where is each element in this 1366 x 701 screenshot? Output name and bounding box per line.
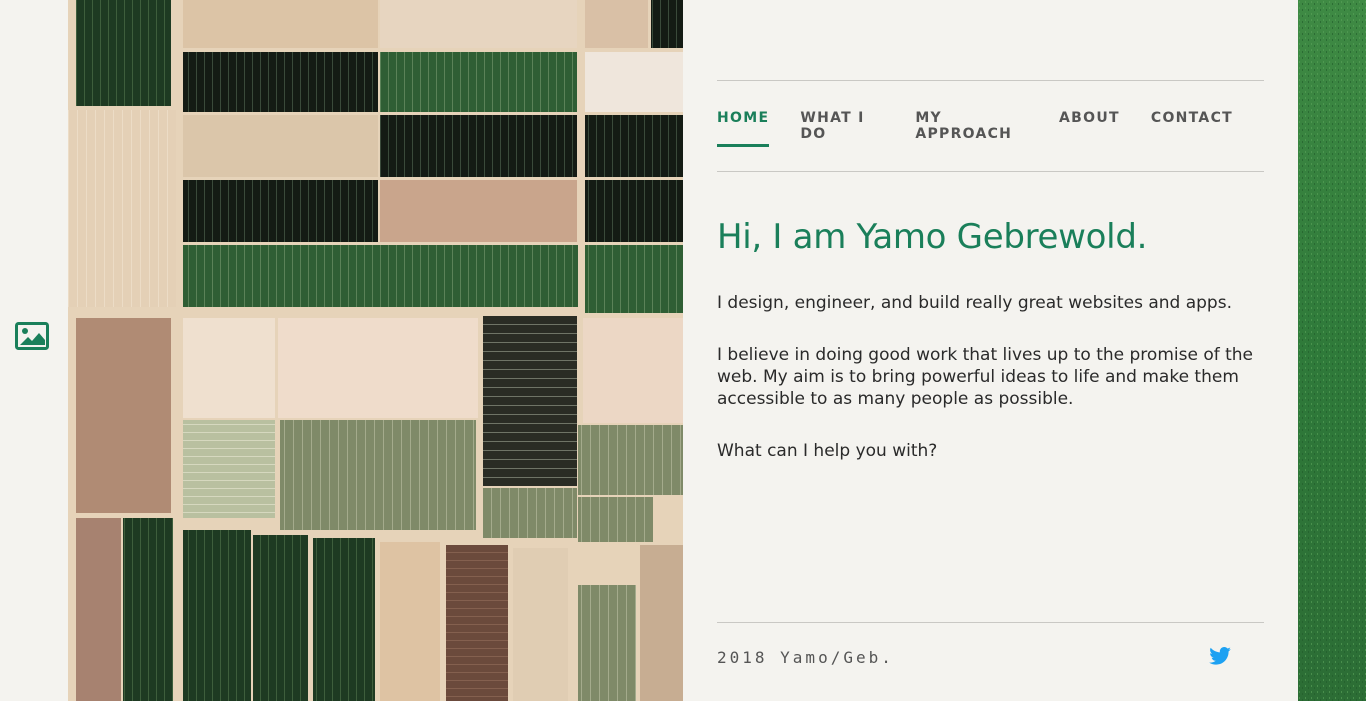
intro-question: What can I help you with?: [717, 441, 938, 461]
nav-bottom-divider: [717, 171, 1264, 172]
grass-texture-image: [1298, 0, 1366, 701]
intro-paragraph-2: I believe in doing good work that lives …: [717, 345, 1254, 409]
content-panel: HOME WHAT I DO MY APPROACH ABOUT CONTACT…: [717, 0, 1264, 701]
nav-home[interactable]: HOME: [717, 110, 770, 147]
nav-what-i-do[interactable]: WHAT I DO: [800, 110, 884, 147]
hero-heading: Hi, I am Yamo Gebrewold.: [717, 217, 1148, 257]
image-icon[interactable]: [15, 322, 49, 350]
intro-paragraph-1: I design, engineer, and build really gre…: [717, 293, 1232, 313]
footer-divider: [717, 622, 1264, 623]
nav-my-approach[interactable]: MY APPROACH: [915, 110, 1028, 147]
aerial-farmland-image: [68, 0, 683, 701]
footer-copyright: 2018 Yamo/Geb.: [717, 648, 894, 667]
twitter-icon[interactable]: [1209, 647, 1231, 665]
nav-contact[interactable]: CONTACT: [1151, 110, 1233, 147]
main-nav: HOME WHAT I DO MY APPROACH ABOUT CONTACT: [717, 110, 1264, 147]
nav-top-divider: [717, 80, 1264, 81]
nav-about[interactable]: ABOUT: [1059, 110, 1120, 147]
